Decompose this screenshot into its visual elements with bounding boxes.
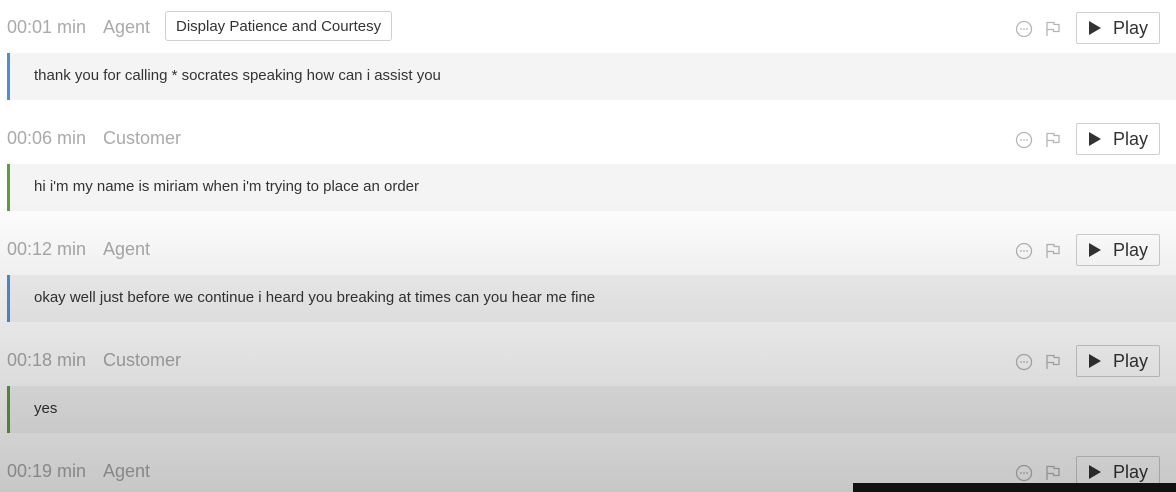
flag-icon[interactable] <box>1044 464 1062 482</box>
play-button-label: Play <box>1113 18 1149 38</box>
comment-icon[interactable] <box>1015 353 1033 371</box>
speaker-label: Agent <box>103 239 151 259</box>
timestamp: 00:06 min <box>7 128 87 148</box>
flag-icon[interactable] <box>1044 242 1062 260</box>
play-button-label: Play <box>1113 351 1149 371</box>
speaker-label: Customer <box>103 350 182 370</box>
timestamp: 00:18 min <box>7 350 87 370</box>
utterance-bubble: yes <box>7 386 1176 433</box>
speaker-label: Customer <box>103 128 182 148</box>
transcript-entry: 00:06 min Customer Play hi i'm my name i… <box>0 111 1176 221</box>
utterance-text: thank you for calling * socrates speakin… <box>34 67 441 84</box>
utterance-text: okay well just before we continue i hear… <box>34 289 596 306</box>
play-button[interactable]: Play <box>1076 123 1160 155</box>
comment-icon[interactable] <box>1015 242 1033 260</box>
play-button-label: Play <box>1113 129 1149 149</box>
utterance-bubble: thank you for calling * socrates speakin… <box>7 53 1176 100</box>
play-button-label: Play <box>1113 240 1149 260</box>
entry-header: 00:01 min Agent Display Patience and Cou… <box>0 0 1176 53</box>
play-icon <box>1089 243 1101 257</box>
entry-header: 00:06 min Customer Play <box>0 111 1176 164</box>
call-transcript: 00:01 min Agent Display Patience and Cou… <box>0 0 1176 492</box>
utterance-bubble: okay well just before we continue i hear… <box>7 275 1176 322</box>
comment-icon[interactable] <box>1015 131 1033 149</box>
play-button[interactable]: Play <box>1076 234 1160 266</box>
speaker-label: Agent <box>103 461 151 481</box>
play-button[interactable]: Play <box>1076 12 1160 44</box>
speaker-label: Agent <box>103 17 151 37</box>
utterance-text: yes <box>34 400 58 417</box>
timestamp: 00:12 min <box>7 239 87 259</box>
transcript-entry: 00:12 min Agent Play okay well just befo… <box>0 222 1176 332</box>
play-icon <box>1089 465 1101 479</box>
timestamp: 00:19 min <box>7 461 87 481</box>
play-icon <box>1089 354 1101 368</box>
video-overlay-bar <box>853 483 1176 492</box>
timestamp: 00:01 min <box>7 17 87 37</box>
play-icon <box>1089 132 1101 146</box>
play-button[interactable]: Play <box>1076 345 1160 377</box>
play-icon <box>1089 21 1101 35</box>
transcript-entry: 00:01 min Agent Display Patience and Cou… <box>0 0 1176 110</box>
flag-icon[interactable] <box>1044 353 1062 371</box>
utterance-bubble: hi i'm my name is miriam when i'm trying… <box>7 164 1176 211</box>
flag-icon[interactable] <box>1044 20 1062 38</box>
transcript-entry: 00:18 min Customer Play yes <box>0 333 1176 443</box>
behavior-tag[interactable]: Display Patience and Courtesy <box>165 11 393 41</box>
entry-header: 00:12 min Agent Play <box>0 222 1176 275</box>
entry-header: 00:18 min Customer Play <box>0 333 1176 386</box>
comment-icon[interactable] <box>1015 464 1033 482</box>
comment-icon[interactable] <box>1015 20 1033 38</box>
utterance-text: hi i'm my name is miriam when i'm trying… <box>34 178 420 195</box>
flag-icon[interactable] <box>1044 131 1062 149</box>
play-button-label: Play <box>1113 462 1149 482</box>
